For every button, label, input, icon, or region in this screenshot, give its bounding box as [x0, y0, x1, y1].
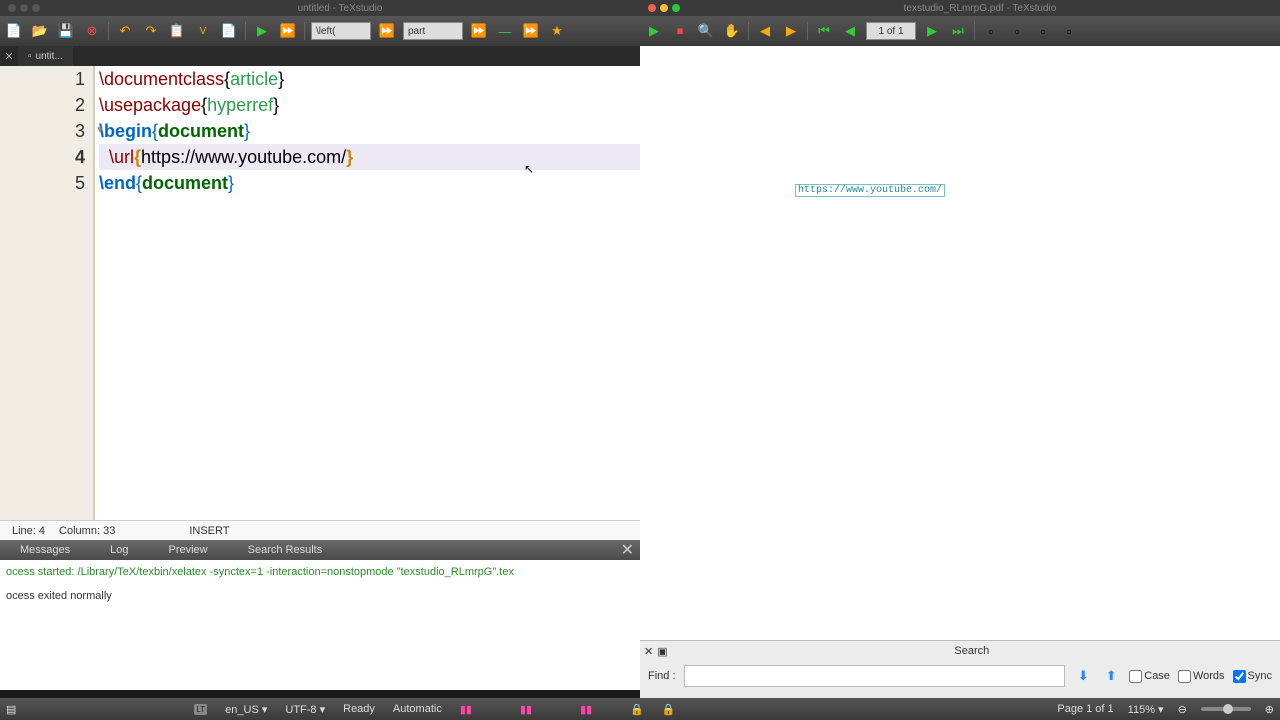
close-icon[interactable]: ⊗ [82, 21, 102, 41]
encoding-selector[interactable]: UTF-8 ▾ [285, 703, 325, 716]
log-line: ocess started: /Library/TeX/texbin/xelat… [6, 566, 634, 578]
next2-icon[interactable]: ⏩ [469, 21, 489, 41]
file-tab[interactable]: ▫ untit... [18, 46, 73, 66]
ready-status: Ready [343, 703, 375, 715]
pdf-titlebar: texstudio_RLmrpG.pdf - TeXstudio [640, 0, 1280, 16]
pdf-compile-icon[interactable]: ▶ [644, 21, 664, 41]
tab-search-results[interactable]: Search Results [228, 540, 343, 560]
line-number: 5 [0, 170, 85, 196]
pdf-toolbar: ▶ ⏹ 🔍 ✋ ◀ ▶ ⏮ ◀ ▶ ⏭ ▫ ▫ ▫ ▫ [640, 16, 1280, 46]
pdf-hyperlink[interactable]: https://www.youtube.com/ [795, 184, 945, 197]
editor-tabbar: ✕ ▫ untit... [0, 46, 640, 66]
code-editor[interactable]: 1 2 3▼ 4 5 \documentclass{article} \usep… [0, 66, 640, 520]
traffic-lights-right [648, 4, 680, 12]
search-input[interactable] [684, 665, 1066, 687]
log-panel: ocess started: /Library/TeX/texbin/xelat… [0, 560, 640, 690]
lang-selector[interactable]: en_US ▾ [225, 703, 267, 716]
redo-icon[interactable]: ↷ [141, 21, 161, 41]
file-icon: ▫ [28, 51, 32, 62]
search-up-icon[interactable]: ⬆ [1101, 666, 1121, 686]
zoom-slider[interactable] [1201, 707, 1251, 711]
search-popout-icon[interactable]: ▣ [657, 645, 667, 658]
zoom-level[interactable]: 115% ▾ [1128, 703, 1164, 716]
cursor-status: Line: 4 Column: 33 INSERT [0, 520, 640, 540]
insert-mode: INSERT [189, 525, 229, 537]
pdf-stop-icon[interactable]: ⏹ [670, 21, 690, 41]
search-close-icon[interactable]: ✕ [644, 645, 653, 658]
line-number: 4 [0, 144, 85, 170]
fit3-icon[interactable]: ▫ [1033, 21, 1053, 41]
marker1-icon[interactable]: ▮▮ [460, 703, 472, 716]
page-status: Page 1 of 1 [1057, 703, 1113, 715]
log-line: ocess exited normally [6, 590, 634, 602]
search-icon[interactable]: 🔍 [696, 21, 716, 41]
traffic-lights-left [8, 4, 40, 12]
tab-messages[interactable]: Messages [0, 540, 90, 560]
line-number: 3▼ [0, 118, 85, 144]
tab-preview[interactable]: Preview [149, 540, 228, 560]
next1-icon[interactable]: ⏩ [377, 21, 397, 41]
doc-icon[interactable]: 📄 [219, 21, 239, 41]
minus-icon[interactable]: — [495, 21, 515, 41]
back-icon[interactable]: ◀ [755, 21, 775, 41]
prev-page-icon[interactable]: ◀ [840, 21, 860, 41]
zoom-out-icon[interactable]: ⊖ [1178, 703, 1187, 716]
copy-icon[interactable]: 📋 [167, 21, 187, 41]
code-area[interactable]: \documentclass{article} \usepackage{hype… [95, 66, 640, 520]
bottom-panel-tabs: Messages Log Preview Search Results ✕ [0, 540, 640, 560]
marker3-icon[interactable]: ▮▮ [580, 703, 592, 716]
fit4-icon[interactable]: ▫ [1059, 21, 1079, 41]
sync-checkbox[interactable]: Sync [1233, 670, 1272, 683]
delimiter-input[interactable] [311, 22, 371, 40]
paste-icon[interactable]: V [193, 21, 213, 41]
lock2-icon: 🔒 [662, 703, 676, 716]
star-icon[interactable]: ★ [547, 21, 567, 41]
new-file-icon[interactable]: 📄 [4, 21, 24, 41]
tab-label: untit... [36, 51, 63, 62]
compile-next-icon[interactable]: ⏩ [278, 21, 298, 41]
marker2-icon[interactable]: ▮▮ [520, 703, 532, 716]
status-icon[interactable]: ▤ [6, 703, 16, 716]
line-number: 1 [0, 66, 85, 92]
forward-icon[interactable]: ▶ [781, 21, 801, 41]
section-input[interactable] [403, 22, 463, 40]
search-title: Search [668, 645, 1276, 657]
hand-icon[interactable]: ✋ [722, 21, 742, 41]
search-down-icon[interactable]: ⬇ [1073, 666, 1093, 686]
words-checkbox[interactable]: Words [1178, 670, 1225, 683]
first-page-icon[interactable]: ⏮ [814, 21, 834, 41]
tab-close-icon[interactable]: ✕ [0, 47, 18, 65]
compile-icon[interactable]: ▶ [252, 21, 272, 41]
pdf-title: texstudio_RLmrpG.pdf - TeXstudio [688, 3, 1272, 14]
page-input[interactable] [866, 22, 916, 40]
find-label: Find : [648, 670, 676, 682]
editor-toolbar: 📄 📂 💾 ⊗ ↶ ↷ 📋 V 📄 ▶ ⏩ ⏩ ⏩ — ⏩ ★ [0, 16, 640, 46]
editor-titlebar: untitled - TeXstudio [0, 0, 640, 16]
line-gutter: 1 2 3▼ 4 5 [0, 66, 95, 520]
next3-icon[interactable]: ⏩ [521, 21, 541, 41]
zoom-in-icon[interactable]: ⊕ [1265, 703, 1274, 716]
statusbar: ▤ LT en_US ▾ UTF-8 ▾ Ready Automatic ▮▮ … [0, 698, 1280, 720]
panel-close-icon[interactable]: ✕ [615, 540, 640, 560]
undo-icon[interactable]: ↶ [115, 21, 135, 41]
fit1-icon[interactable]: ▫ [981, 21, 1001, 41]
open-file-icon[interactable]: 📂 [30, 21, 50, 41]
lock1-icon: 🔒 [630, 703, 644, 716]
next-page-icon[interactable]: ▶ [922, 21, 942, 41]
save-file-icon[interactable]: 💾 [56, 21, 76, 41]
fit2-icon[interactable]: ▫ [1007, 21, 1027, 41]
fold-icon[interactable]: ▼ [95, 118, 105, 144]
tab-log[interactable]: Log [90, 540, 148, 560]
pdf-search-panel: ✕ ▣ Search Find : ⬇ ⬆ Case Words Sync [640, 640, 1280, 698]
editor-title: untitled - TeXstudio [48, 3, 632, 14]
lt-badge: LT [194, 704, 207, 715]
auto-status: Automatic [393, 703, 442, 715]
last-page-icon[interactable]: ⏭ [948, 21, 968, 41]
line-number: 2 [0, 92, 85, 118]
case-checkbox[interactable]: Case [1129, 670, 1170, 683]
pdf-viewer[interactable]: https://www.youtube.com/ [640, 46, 1280, 640]
